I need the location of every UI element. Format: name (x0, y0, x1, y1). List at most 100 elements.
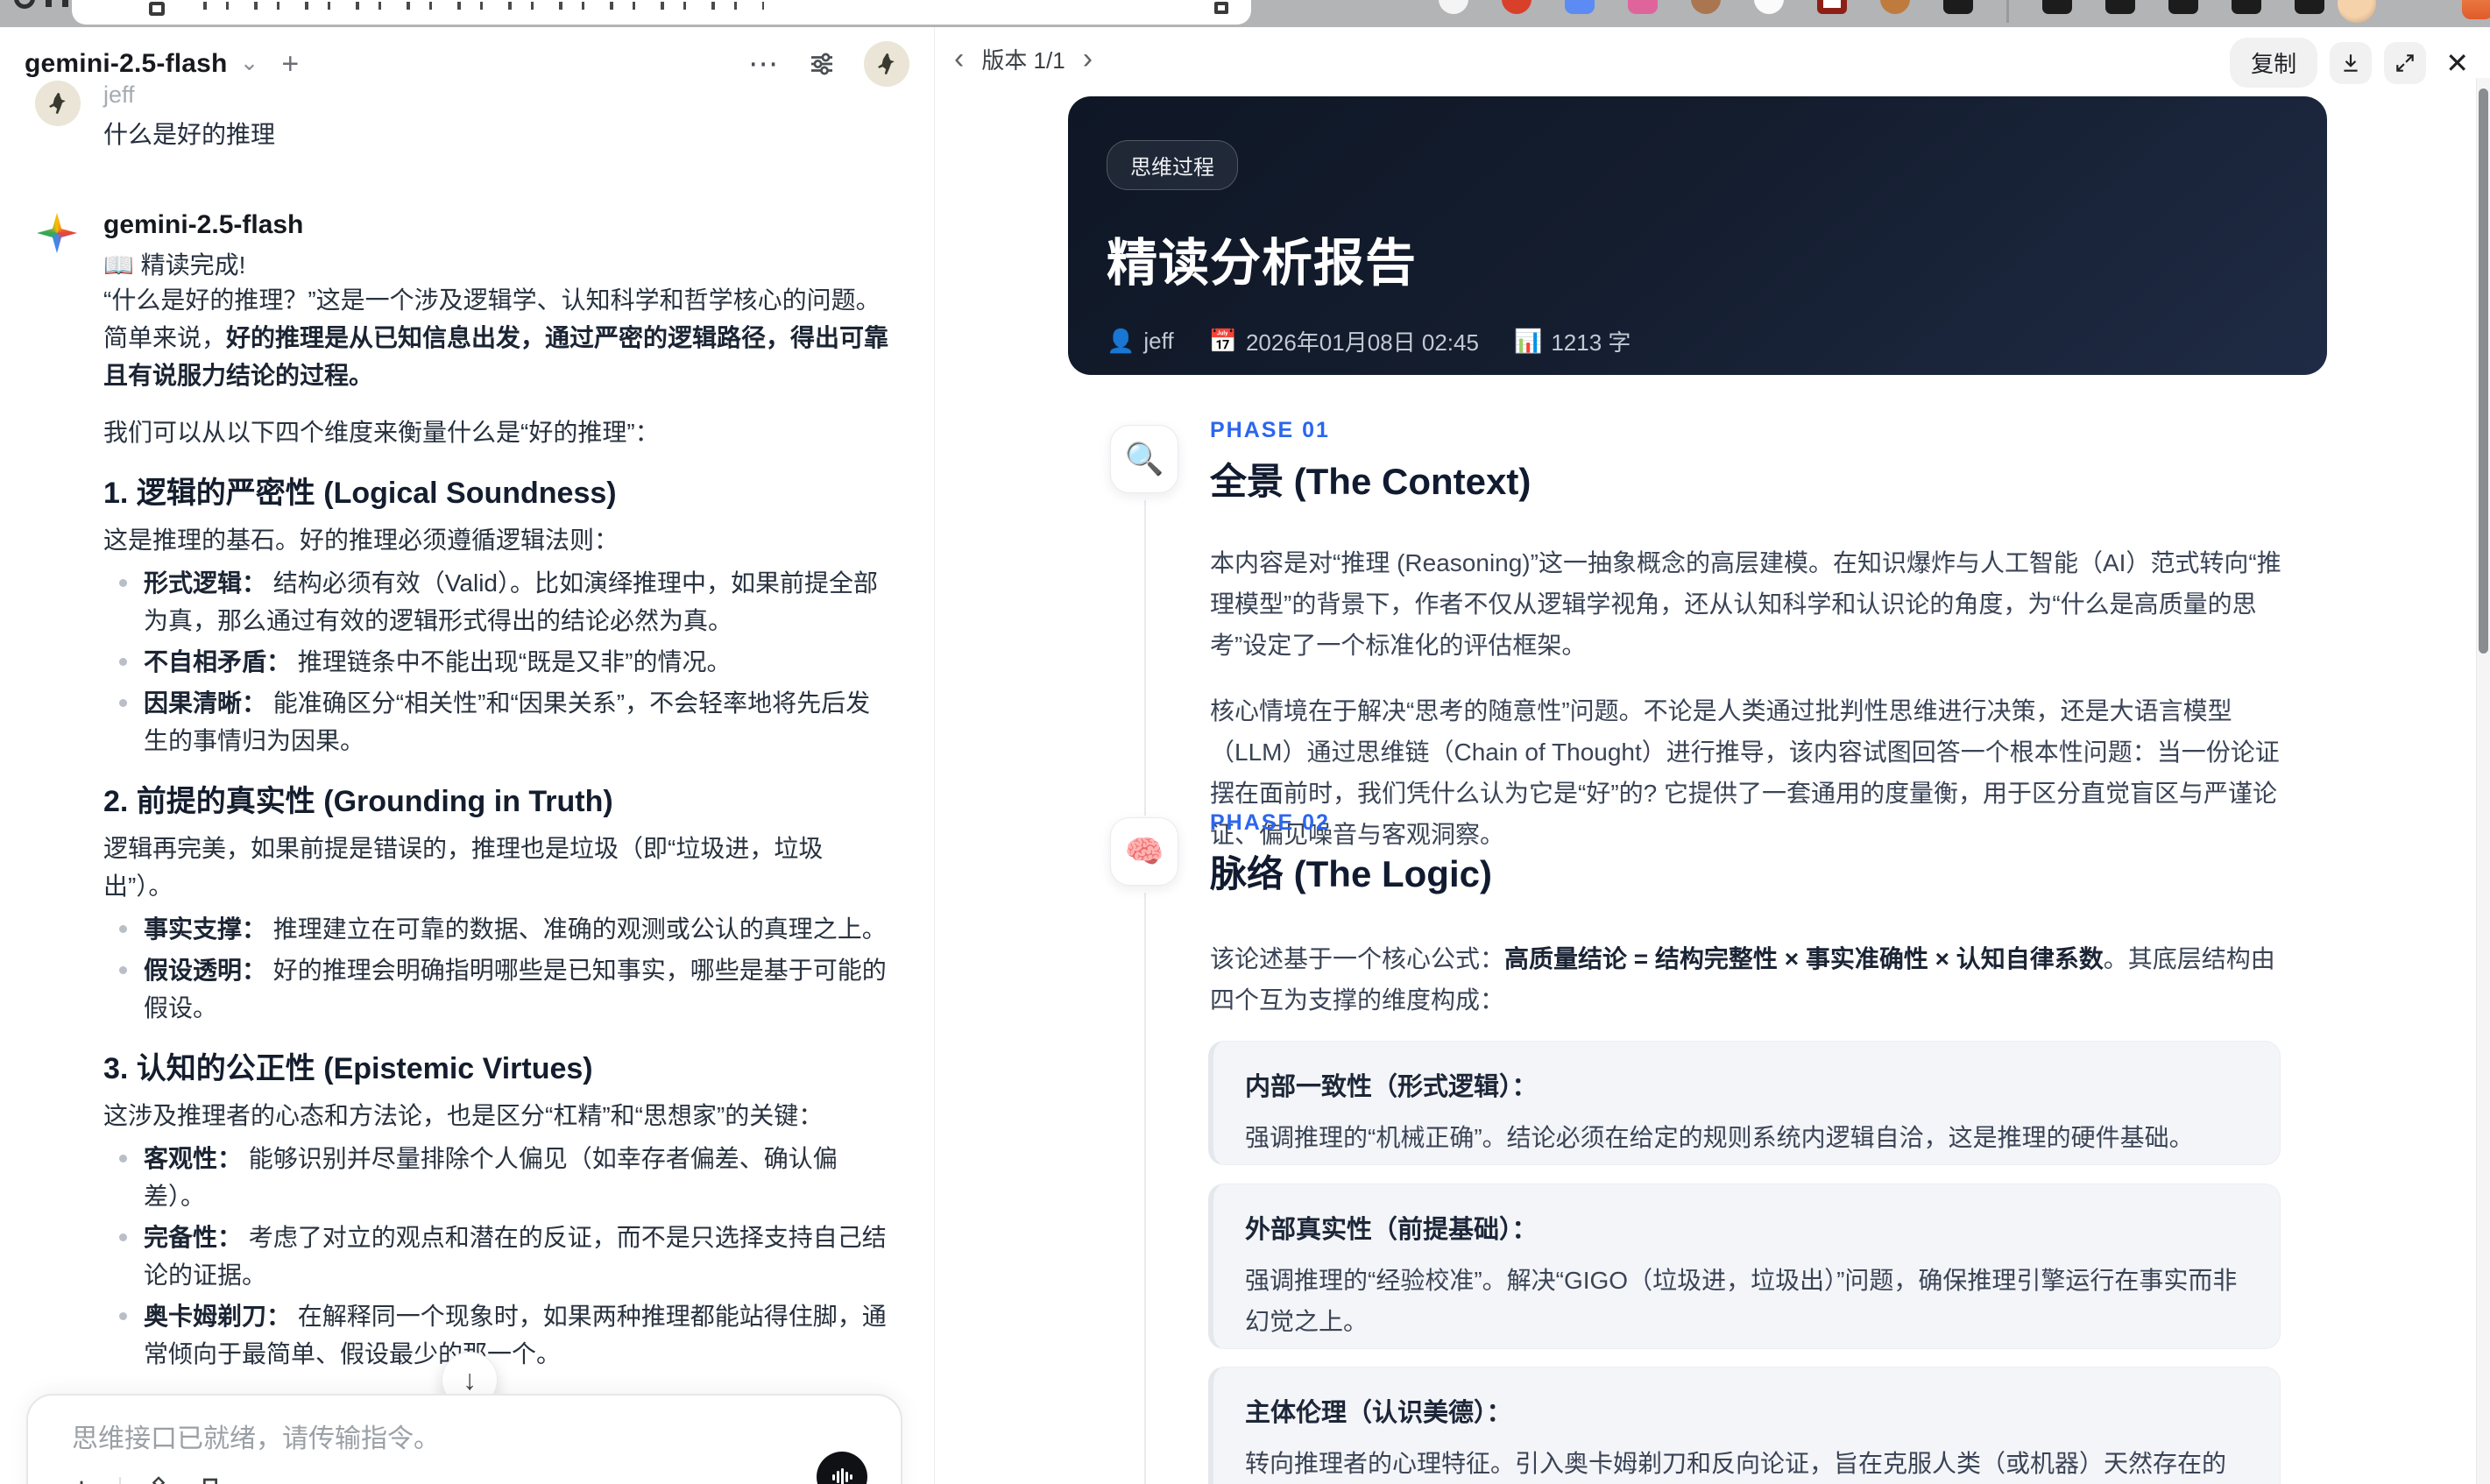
voice-input-button[interactable] (817, 1452, 867, 1484)
app-window: gemini-2.5-flash ⌄ + ⋯ jeff 什么是好的推理 gemi… (0, 27, 2490, 1484)
report-author: jeff (1143, 328, 1174, 354)
bullet-icon (119, 966, 127, 974)
attach-plus-icon[interactable] (67, 1476, 96, 1484)
report-hero-card: 思维过程 精读分析报告 👤 jeff 📅 2026年01月08日 02:45 📊 12… (1068, 96, 2327, 375)
list-item: 因果清晰： 能准确区分“相关性”和“因果关系”，不会轻率地将先后发生的事情归为因… (103, 684, 892, 760)
section-2-title: 2. 前提的真实性 (Grounding in Truth) (103, 785, 613, 818)
sliders-icon[interactable] (806, 48, 838, 80)
apps-grid-icon[interactable] (46, 0, 68, 7)
composer-placeholder: 思维接口已就绪，请传输指令。 (72, 1424, 440, 1453)
chat-header: gemini-2.5-flash ⌄ + ⋯ (25, 39, 909, 88)
section-1-desc: 这是推理的基石。好的推理必须遵循逻辑法则： (103, 526, 619, 554)
phase-1-section: PHASE 01 全景 (The Context) 本内容是对“推理 (Reas… (1210, 418, 2289, 855)
more-options-button[interactable]: ⋯ (748, 46, 780, 81)
user-message-text: 什么是好的推理 (103, 121, 276, 148)
lead-prefix: 该论述基于一个核心公式： (1210, 945, 1505, 972)
address-bar[interactable] (72, 0, 1251, 25)
card-body: 强调推理的“机械正确”。结论必须在给定的规则系统内逻辑自洽，这是推理的硬件基础。 (1245, 1124, 2194, 1151)
darkred-extension-icon[interactable] (1817, 0, 1847, 14)
model-selector[interactable]: gemini-2.5-flash (25, 49, 228, 79)
black-play-extension-icon[interactable] (2105, 0, 2135, 14)
assistant-message-body: “什么是好的推理？”这是一个涉及逻辑学、认知科学和哲学核心的问题。简单来说，好的… (103, 281, 892, 1484)
close-icon[interactable]: ✕ (2438, 46, 2476, 80)
bullet-icon (119, 658, 127, 666)
bookmark-icon[interactable] (196, 1476, 226, 1484)
orange-extension-icon[interactable] (1880, 0, 1910, 14)
bullet-icon (119, 1233, 127, 1241)
lead-formula: 高质量结论 = 结构完整性 × 事实准确性 × 认知自律系数 (1504, 945, 2104, 972)
phase-2-label: PHASE 02 (1210, 810, 1330, 835)
card-body: 强调推理的“经验校准”。解决“GIGO（垃圾进，垃圾出）”问题，确保推理引擎运行… (1245, 1267, 2238, 1335)
bullet-term: 完备性： (144, 1224, 243, 1251)
next-version-button[interactable]: › (1079, 41, 1096, 76)
brown-extension-icon[interactable] (1691, 0, 1721, 14)
message-composer[interactable]: 思维接口已就绪，请传输指令。 (26, 1394, 902, 1484)
section-3-title: 3. 认知的公正性 (Epistemic Virtues) (103, 1052, 593, 1085)
black-plug-extension-icon[interactable] (2042, 0, 2072, 14)
bullet-term: 因果清晰： (144, 689, 267, 717)
robot-extension-icon[interactable] (1439, 0, 1468, 14)
composer-divider (119, 1477, 121, 1484)
phase-1-emoji: 🔍 (1124, 441, 1164, 477)
report-badge: 思维过程 (1107, 140, 1238, 190)
word-count-icon: 📊 (1513, 328, 1543, 354)
red-extension-icon[interactable] (1502, 0, 1531, 14)
artifact-panel: ‹ 版本 1/1 › 复制 ✕ 思维过程 精读分析报告 👤 jeff 📅 2026年… (934, 27, 2490, 1484)
previous-version-button[interactable]: ‹ (951, 41, 967, 76)
browser-profile-avatar[interactable] (2338, 0, 2376, 23)
list-item: 客观性： 能够识别并尽量排除个人偏见（如幸存者偏差、确认偏差）。 (103, 1140, 892, 1215)
download-button[interactable] (2330, 41, 2373, 84)
reload-icon[interactable] (14, 0, 35, 9)
timeline-connector (1144, 500, 1146, 816)
status-text: 精读完成! (140, 251, 246, 279)
phase-2-lead: 该论述基于一个核心公式：高质量结论 = 结构完整性 × 事实准确性 × 认知自律… (1210, 938, 2289, 1021)
black-hook-extension-icon[interactable] (2232, 0, 2261, 14)
white-extension-icon[interactable] (1754, 0, 1784, 14)
black-glasses-extension-icon[interactable] (2295, 0, 2324, 14)
bullet-term: 事实支撑： (144, 915, 267, 943)
bookmark-star-icon[interactable] (1214, 2, 1228, 14)
dimension-card-2: 外部真实性（前提基础）： 强调推理的“经验校准”。解决“GIGO（垃圾进，垃圾出… (1208, 1184, 2281, 1349)
card-title: 外部真实性（前提基础）： (1245, 1216, 1538, 1244)
section-3-desc: 这涉及推理者的心态和方法论，也是区分“杠精”和“思想家”的关键： (103, 1102, 824, 1129)
timeline-connector (1144, 893, 1146, 1484)
artifact-actions: 复制 ✕ (2230, 38, 2476, 88)
bullet-icon (119, 699, 127, 707)
composer-toolbar (67, 1476, 226, 1484)
card-title: 主体伦理（认识美德）： (1245, 1399, 1512, 1427)
book-icon: 📖 (103, 251, 134, 279)
user-avatar[interactable] (864, 41, 909, 87)
bullet-term: 假设透明： (144, 957, 267, 984)
scrollbar-thumb[interactable] (2479, 88, 2488, 654)
phase-1-title: 全景 (The Context) (1210, 461, 1531, 502)
black-square-extension-icon[interactable] (2168, 0, 2198, 14)
list-item: 不自相矛盾： 推理链条中不能出现“既是又非”的情况。 (103, 643, 892, 681)
skills-icon[interactable] (144, 1476, 173, 1484)
magnifier-icon: 🔍 (1110, 425, 1178, 493)
bullet-icon (119, 925, 127, 933)
version-navigation: ‹ 版本 1/1 › (951, 41, 1096, 76)
expand-button[interactable] (2384, 41, 2427, 84)
copy-button[interactable]: 复制 (2230, 38, 2318, 88)
new-chat-button[interactable]: + (281, 47, 299, 81)
section-1-bullets: 形式逻辑： 结构必须有效（Valid）。比如演绎推理中，如果前提全部为真，那么通… (103, 564, 892, 760)
bullet-text: 推理链条中不能出现“既是又非”的情况。 (297, 648, 732, 675)
browser-corner-icon[interactable] (2462, 0, 2490, 19)
chevron-down-icon[interactable]: ⌄ (240, 49, 259, 76)
bullet-text: 能够识别并尽量排除个人偏见（如幸存者偏差、确认偏差）。 (144, 1145, 838, 1210)
chat-panel: gemini-2.5-flash ⌄ + ⋯ jeff 什么是好的推理 gemi… (0, 27, 934, 1484)
intro-paragraph: “什么是好的推理？”这是一个涉及逻辑学、认知科学和哲学核心的问题。简单来说，好的… (103, 281, 892, 394)
scrollbar-track[interactable] (2476, 78, 2490, 1484)
sidebar-icon[interactable] (149, 2, 165, 16)
blue-extension-icon[interactable] (1565, 0, 1595, 14)
phase-1-paragraph-1: 本内容是对“推理 (Reasoning)”这一抽象概念的高层建模。在知识爆炸与人… (1210, 549, 2281, 659)
list-item: 假设透明： 好的推理会明确指明哪些是已知事实，哪些是基于可能的假设。 (103, 951, 892, 1027)
arrow-down-icon: ↓ (463, 1363, 477, 1396)
bullet-text: 推理建立在可靠的数据、准确的观测或公认的真理之上。 (272, 915, 887, 943)
black-bird-extension-icon[interactable] (1943, 0, 1973, 14)
pink-extension-icon[interactable] (1628, 0, 1658, 14)
dimension-card-1: 内部一致性（形式逻辑）： 强调推理的“机械正确”。结论必须在给定的规则系统内逻辑… (1208, 1041, 2281, 1165)
brain-icon: 🧠 (1110, 817, 1178, 886)
version-label: 版本 1/1 (981, 46, 1065, 74)
list-item: 完备性： 考虑了对立的观点和潜在的反证，而不是只选择支持自己结论的证据。 (103, 1219, 892, 1294)
